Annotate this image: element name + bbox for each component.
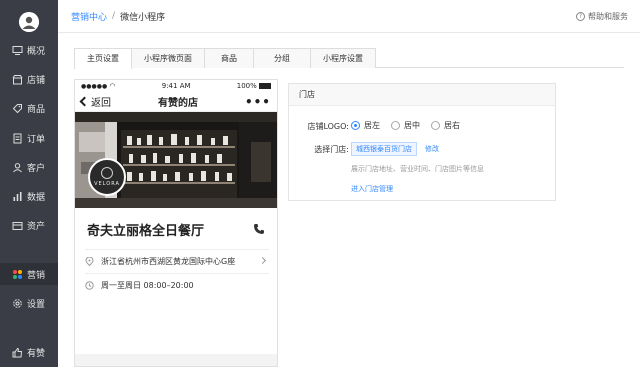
sidebar-item-label: 店铺 — [27, 75, 46, 86]
tab-micro-pages[interactable]: 小程序微页面 — [131, 48, 205, 68]
logo-center-radio[interactable]: 居中 — [391, 120, 420, 131]
signal-indicator: ●●●●● ◠ — [81, 82, 116, 90]
hours-row: 周一至周日 08:00–20:00 — [85, 273, 269, 297]
status-time: 9:41 AM — [161, 82, 191, 90]
sidebar-item-customers[interactable]: 客户 — [0, 156, 58, 178]
thumb-icon — [12, 347, 23, 358]
sidebar-item-goods[interactable]: 商品 — [0, 97, 58, 119]
sidebar-item-label: 客户 — [27, 163, 46, 174]
question-icon: ? — [576, 12, 585, 21]
sidebar-item-label: 资产 — [27, 221, 46, 232]
user-icon — [12, 162, 23, 173]
phone-preview: ●●●●● ◠ 9:41 AM 100% 返回 有赞的店 ••• VELORA … — [74, 79, 278, 367]
radio-checked-icon — [351, 121, 360, 130]
sidebar: 概况 店铺 商品 订单 客户 数据 资产 营销 设置 有赞 — [0, 0, 58, 367]
phone-footer — [75, 354, 277, 366]
store-hint-text: 展示门店地址、营业时间、门店图片等信息 — [351, 165, 484, 173]
selected-store-tag[interactable]: 城西银泰百货门店 — [351, 142, 417, 156]
tab-home-settings[interactable]: 主页设置 — [74, 48, 132, 69]
tab-groups[interactable]: 分组 — [253, 48, 311, 68]
wifi-icon: ◠ — [109, 82, 116, 90]
sidebar-item-assets[interactable]: 资产 — [0, 214, 58, 236]
store-hours: 周一至周日 08:00–20:00 — [101, 281, 194, 290]
more-menu-button[interactable]: ••• — [245, 95, 271, 109]
sidebar-item-label: 概况 — [27, 46, 46, 57]
logo-left-radio[interactable]: 居左 — [351, 120, 380, 131]
apps-icon — [12, 269, 23, 280]
chevron-right-icon — [258, 256, 267, 265]
phone-navbar: 返回 有赞的店 ••• — [75, 92, 277, 112]
gear-icon — [12, 298, 23, 309]
chart-icon — [12, 191, 23, 202]
breadcrumb: 营销中心 / 微信小程序 — [58, 10, 165, 23]
tag-icon — [12, 103, 23, 114]
sidebar-item-marketing[interactable]: 营销 — [0, 263, 58, 285]
store-management-link[interactable]: 进入门店管理 — [351, 184, 393, 194]
tab-bar: 主页设置 小程序微页面 商品 分组 小程序设置 — [74, 48, 624, 69]
radio-label: 居右 — [444, 121, 460, 130]
sidebar-item-label: 数据 — [27, 192, 46, 203]
breadcrumb-marketing-link[interactable]: 营销中心 — [71, 10, 107, 23]
top-header: 营销中心 / 微信小程序 ? 帮助和服务 — [58, 0, 640, 33]
store-address: 浙江省杭州市西湖区黄龙国际中心G座 — [101, 257, 236, 266]
sidebar-item-store[interactable]: 店铺 — [0, 68, 58, 90]
logo-right-radio[interactable]: 居右 — [431, 120, 460, 131]
back-button[interactable]: 返回 — [79, 94, 111, 109]
location-pin-icon — [85, 256, 94, 267]
help-link[interactable]: ? 帮助和服务 — [576, 11, 628, 22]
battery-icon — [259, 83, 271, 89]
phone-call-icon[interactable] — [253, 223, 265, 235]
sidebar-item-overview[interactable]: 概况 — [0, 39, 58, 61]
store-name: 奇夫立丽格全日餐厅 — [87, 224, 205, 239]
radio-label: 居中 — [404, 121, 420, 130]
address-row[interactable]: 浙江省杭州市西湖区黄龙国际中心G座 — [85, 249, 269, 273]
wallet-icon — [12, 220, 23, 231]
back-label: 返回 — [91, 98, 111, 109]
logo-position-label: 店铺LOGO: — [307, 122, 349, 131]
tab-miniapp-settings[interactable]: 小程序设置 — [310, 48, 376, 68]
radio-label: 居左 — [364, 121, 380, 130]
logo-emblem — [101, 167, 113, 179]
sidebar-item-label: 营销 — [27, 270, 46, 281]
sidebar-item-label: 有赞 — [27, 348, 46, 359]
order-icon — [12, 133, 23, 144]
sidebar-item-data[interactable]: 数据 — [0, 185, 58, 207]
page-title: 微信小程序 — [120, 12, 166, 23]
avatar[interactable] — [19, 12, 39, 32]
breadcrumb-separator: / — [112, 11, 116, 21]
store-select-label: 选择门店: — [314, 145, 349, 154]
sidebar-item-youzan[interactable]: 有赞 — [0, 341, 58, 363]
status-bar: ●●●●● ◠ 9:41 AM 100% — [75, 80, 277, 92]
sidebar-item-label: 设置 — [27, 299, 46, 310]
shop-title: 有赞的店 — [157, 98, 198, 109]
monitor-icon — [12, 45, 23, 56]
help-label: 帮助和服务 — [588, 12, 628, 21]
radio-unchecked-icon — [431, 121, 440, 130]
store-logo: VELORA — [88, 158, 126, 196]
sidebar-item-orders[interactable]: 订单 — [0, 127, 58, 149]
clock-icon — [85, 281, 94, 290]
section-title: 门店 — [289, 84, 555, 106]
chevron-left-icon — [79, 96, 90, 107]
sidebar-item-label: 订单 — [27, 134, 46, 145]
edit-store-link[interactable]: 修改 — [425, 144, 439, 154]
main-panel: 主页设置 小程序微页面 商品 分组 小程序设置 ●●●●● ◠ 9:41 AM … — [58, 33, 640, 367]
logo-text: VELORA — [94, 181, 120, 187]
store-settings-panel: 门店 店铺LOGO: 居左 居中 居右 选择门店: 城西银泰百货门店 修改 展示… — [288, 83, 556, 201]
radio-unchecked-icon — [391, 121, 400, 130]
battery-indicator: 100% — [237, 82, 271, 90]
sidebar-item-label: 商品 — [27, 104, 46, 115]
sidebar-item-settings[interactable]: 设置 — [0, 292, 58, 314]
tab-goods[interactable]: 商品 — [204, 48, 254, 68]
store-icon — [12, 74, 23, 85]
